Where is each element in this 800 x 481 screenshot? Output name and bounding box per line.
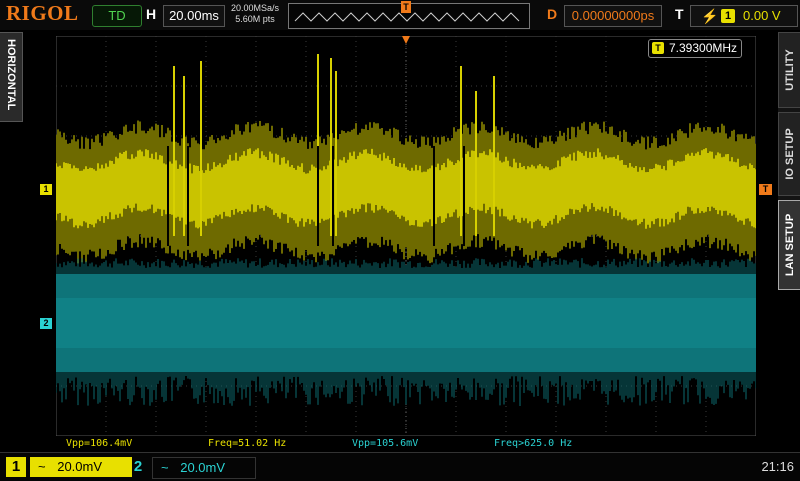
ch1-freq-measurement[interactable]: Freq=51.02 Hz <box>208 438 286 450</box>
trigger-position-marker: T <box>401 1 411 13</box>
ch1-offset-marker[interactable]: 1 <box>40 184 52 195</box>
trigger-label: T <box>675 6 684 22</box>
ch2-offset-marker[interactable]: 2 <box>40 318 52 329</box>
delay-value[interactable]: 0.00000000ps <box>564 5 662 27</box>
ac-coupling-icon: ~ <box>38 459 46 474</box>
ac-coupling-icon: ~ <box>161 460 169 475</box>
frequency-counter-marker: T <box>652 42 664 54</box>
channel-status-bar: 1 ~ 20.0mV 2 ~ 20.0mV 21:16 <box>0 452 800 481</box>
trigger-level: 0.00 V <box>743 8 781 23</box>
sample-rate: 20.00MSa/s <box>230 3 280 13</box>
right-side-tabs: UTILITY IO SETUP LAN SETUP <box>778 32 800 290</box>
ch1-vpp-measurement[interactable]: Vpp=106.4mV <box>66 438 132 450</box>
horizontal-label: H <box>146 6 157 22</box>
top-status-bar: RIGOL TD H 20.00ms 20.00MSa/s 5.60M pts … <box>0 0 800 30</box>
tab-utility-label: UTILITY <box>784 49 796 91</box>
channel-2-info: ~ 20.0mV <box>152 457 256 479</box>
run-status-button[interactable]: TD <box>92 5 142 27</box>
channel-2-number: 2 <box>133 458 143 475</box>
frequency-counter: T 7.39300MHz <box>648 39 742 58</box>
tab-lan-setup-label: LAN SETUP <box>784 213 796 277</box>
trigger-source: 1 <box>721 9 735 23</box>
channel-1-info: ~ 20.0mV <box>30 457 132 477</box>
ch2-vpp-measurement[interactable]: Vpp=105.6mV <box>352 438 418 450</box>
horizontal-tab[interactable]: HORIZONTAL <box>0 32 23 122</box>
delay-label: D <box>547 6 558 22</box>
channel-2-scale: 20.0mV <box>180 460 226 475</box>
memory-depth: 5.60M pts <box>235 14 275 24</box>
rising-edge-icon: ⚡ <box>701 8 719 24</box>
brand-logo: RIGOL <box>6 1 79 25</box>
channel-1-number: 1 <box>6 457 26 477</box>
channel-1-scale: 20.0mV <box>57 459 103 474</box>
sample-info: 20.00MSa/s 5.60M pts <box>228 3 282 25</box>
tab-utility[interactable]: UTILITY <box>778 32 800 108</box>
waveform-display[interactable] <box>56 36 756 436</box>
tab-io-setup-label: IO SETUP <box>784 128 796 180</box>
frequency-counter-value: 7.39300MHz <box>669 41 738 55</box>
trigger-settings[interactable]: ⚡ 1 0.00 V <box>690 5 798 27</box>
clock: 21:16 <box>761 459 794 474</box>
trigger-level-marker[interactable]: T <box>759 184 772 195</box>
tab-lan-setup[interactable]: LAN SETUP <box>778 200 800 290</box>
channel-2-button[interactable]: 2 ~ 20.0mV <box>128 457 256 479</box>
tab-io-setup[interactable]: IO SETUP <box>778 112 800 196</box>
horizontal-tab-label: HORIZONTAL <box>5 39 17 111</box>
ch2-freq-measurement[interactable]: Freq>625.0 Hz <box>494 438 572 450</box>
channel-1-button[interactable]: 1 ~ 20.0mV <box>6 457 132 477</box>
timebase-value[interactable]: 20.00ms <box>163 5 225 27</box>
